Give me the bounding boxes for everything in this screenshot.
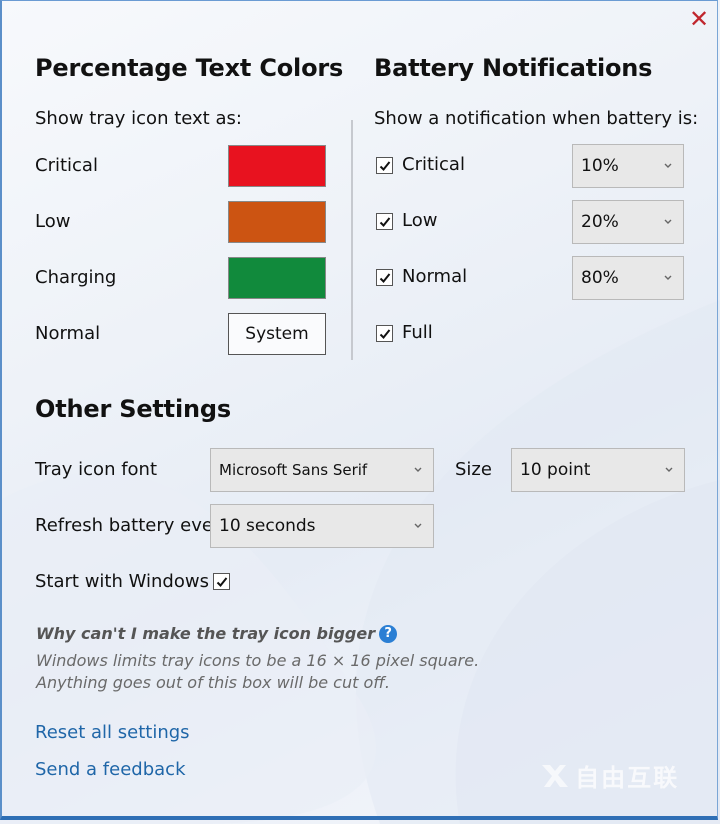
checkmark-icon (216, 576, 227, 587)
refresh-interval-value: 10 seconds (219, 516, 316, 536)
tray-font-select[interactable]: Microsoft Sans Serif (210, 448, 434, 492)
full-notify-checkbox[interactable] (376, 325, 393, 342)
chevron-down-icon (664, 219, 672, 224)
low-threshold-select[interactable]: 20% (572, 200, 684, 244)
chevron-down-icon (664, 163, 672, 168)
low-color-swatch[interactable] (228, 201, 326, 243)
charging-color-swatch[interactable] (228, 257, 326, 299)
start-with-windows-label: Start with Windows (35, 571, 209, 592)
low-threshold-value: 20% (581, 212, 619, 232)
normal-threshold-select[interactable]: 80% (572, 256, 684, 300)
text-colors-title: Percentage Text Colors (35, 54, 344, 82)
help-question: Why can't I make the tray icon bigger? (36, 624, 398, 643)
charging-color-label: Charging (35, 267, 117, 288)
normal-color-label: Normal (35, 323, 101, 344)
start-with-windows-checkbox[interactable] (213, 573, 230, 590)
checkmark-icon (379, 160, 390, 171)
critical-notify-checkbox[interactable] (376, 157, 393, 174)
low-notify-checkbox[interactable] (376, 213, 393, 230)
normal-threshold-value: 80% (581, 268, 619, 288)
help-answer-line-1: Windows limits tray icons to be a 16 × 1… (36, 651, 480, 670)
reset-settings-link[interactable]: Reset all settings (35, 722, 190, 743)
font-size-value: 10 point (520, 460, 591, 480)
chevron-down-icon (665, 467, 673, 472)
refresh-label: Refresh battery ever (35, 515, 211, 536)
low-notify-label: Low (402, 210, 438, 231)
critical-threshold-value: 10% (581, 156, 619, 176)
watermark-logo: 自由互联 (540, 758, 679, 793)
chevron-down-icon (414, 467, 422, 472)
help-icon[interactable]: ? (379, 625, 398, 643)
help-answer-line-2: Anything goes out of this box will be cu… (36, 673, 390, 692)
tray-font-label: Tray icon font (35, 459, 158, 480)
size-label: Size (455, 459, 492, 480)
close-button[interactable]: ✕ (686, 6, 712, 32)
other-settings-title: Other Settings (35, 395, 231, 423)
full-notify-label: Full (402, 322, 433, 343)
watermark-text: 自由互联 (575, 764, 680, 792)
critical-color-swatch[interactable] (228, 145, 326, 187)
chevron-down-icon (414, 523, 422, 528)
normal-notify-label: Normal (402, 266, 468, 287)
font-size-select[interactable]: 10 point (511, 448, 685, 492)
help-answer: Windows limits tray icons to be a 16 × 1… (36, 650, 479, 694)
critical-color-label: Critical (35, 155, 98, 176)
checkmark-icon (379, 216, 390, 227)
refresh-interval-select[interactable]: 10 seconds (210, 504, 434, 548)
checkmark-icon (379, 328, 390, 339)
tray-font-value: Microsoft Sans Serif (219, 461, 368, 479)
checkmark-icon (379, 272, 390, 283)
normal-color-system-button[interactable]: System (228, 313, 326, 355)
low-color-label: Low (35, 211, 71, 232)
text-colors-subtitle: Show tray icon text as: (35, 108, 242, 129)
critical-notify-label: Critical (402, 154, 465, 175)
chevron-down-icon (664, 275, 672, 280)
send-feedback-link[interactable]: Send a feedback (35, 759, 186, 780)
notifications-subtitle: Show a notification when battery is: (374, 108, 699, 129)
help-question-text: Why can't I make the tray icon bigger (36, 624, 376, 643)
section-divider (351, 120, 353, 360)
notifications-title: Battery Notifications (374, 54, 653, 82)
close-x-icon: ✕ (688, 5, 710, 33)
normal-notify-checkbox[interactable] (376, 269, 393, 286)
critical-threshold-select[interactable]: 10% (572, 144, 684, 188)
watermark-x-icon (542, 764, 568, 787)
